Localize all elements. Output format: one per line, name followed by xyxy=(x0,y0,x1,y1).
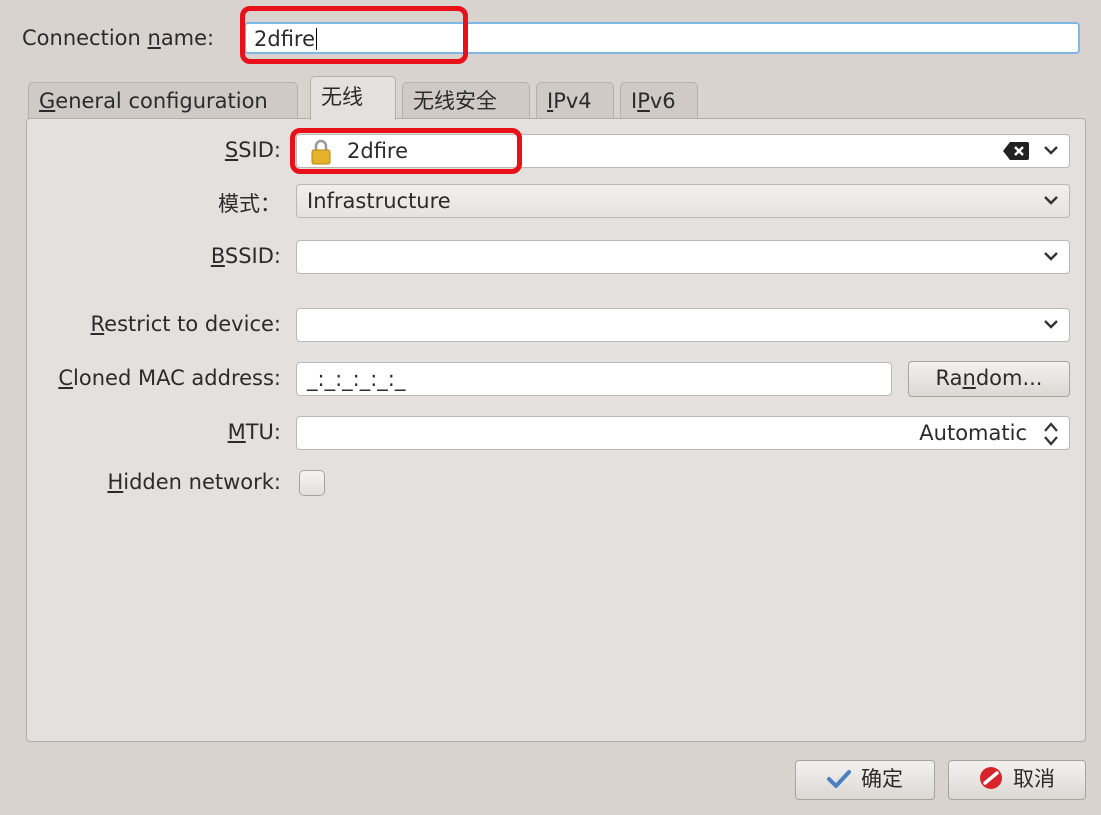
lock-icon xyxy=(311,139,331,165)
restrict-device-label: Restrict to device: xyxy=(90,312,282,336)
text-caret xyxy=(316,28,318,50)
bssid-combobox[interactable] xyxy=(296,240,1070,274)
clear-text-icon[interactable] xyxy=(1003,141,1029,167)
cloned-mac-input[interactable]: _:_:_:_:_:_ xyxy=(296,362,892,396)
connection-name-label: Connection name: xyxy=(22,26,215,50)
spin-arrows-icon[interactable] xyxy=(1042,420,1060,454)
tab-wireless-security[interactable]: 无线安全 xyxy=(402,82,530,118)
mode-value: Infrastructure xyxy=(307,189,451,213)
chevron-down-icon[interactable] xyxy=(1043,138,1059,170)
tab-ipv4[interactable]: IPv4 xyxy=(536,82,614,118)
chevron-down-icon xyxy=(1043,188,1059,220)
mtu-value: Automatic xyxy=(919,421,1027,445)
tab-general-configuration[interactable]: General configuration xyxy=(28,82,298,118)
mode-label: 模式： xyxy=(218,192,281,216)
hidden-network-checkbox[interactable] xyxy=(299,470,325,496)
mtu-spinbox[interactable]: Automatic xyxy=(296,416,1070,450)
ssid-combobox[interactable]: 2dfire xyxy=(296,134,1070,168)
chevron-down-icon xyxy=(1043,312,1059,344)
ok-button[interactable]: 确定 xyxy=(795,760,935,800)
restrict-device-combobox[interactable] xyxy=(296,308,1070,342)
cancel-label: 取消 xyxy=(1013,767,1055,791)
connection-name-value: 2dfire xyxy=(254,27,316,51)
hidden-network-label: Hidden network: xyxy=(107,470,281,494)
chevron-down-icon xyxy=(1043,244,1059,276)
cloned-mac-label: Cloned MAC address: xyxy=(58,366,281,390)
cancel-button[interactable]: 取消 xyxy=(948,760,1086,800)
checkmark-icon xyxy=(827,764,851,800)
mode-combobox[interactable]: Infrastructure xyxy=(296,184,1070,218)
ok-label: 确定 xyxy=(861,767,903,791)
cloned-mac-value: _:_:_:_:_:_ xyxy=(307,367,406,391)
connection-name-input[interactable]: 2dfire xyxy=(244,22,1080,54)
ssid-value: 2dfire xyxy=(347,139,409,163)
tab-wireless[interactable]: 无线 xyxy=(310,76,396,120)
random-mac-button[interactable]: Random... xyxy=(908,361,1070,397)
mtu-label: MTU: xyxy=(227,420,281,444)
tab-ipv6[interactable]: IPv6 xyxy=(620,82,698,118)
ssid-label: SSID: xyxy=(224,138,281,162)
bssid-label: BSSID: xyxy=(210,244,281,268)
cancel-icon xyxy=(979,765,1003,801)
